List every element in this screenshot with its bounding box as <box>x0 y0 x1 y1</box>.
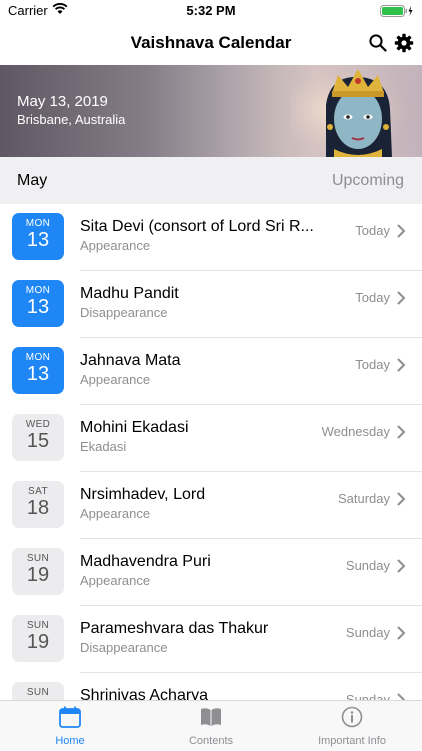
weekday-abbrev: SAT <box>28 486 48 497</box>
event-title: Shrinivas Acharya <box>80 687 209 700</box>
chevron-right-icon <box>397 358 405 372</box>
weekday-abbrev: WED <box>25 419 51 430</box>
chevron-right-icon <box>397 693 405 700</box>
date-badge: MON 13 <box>12 280 64 327</box>
weekday-abbrev: MON <box>25 285 51 296</box>
day-number: 13 <box>26 363 50 385</box>
event-row[interactable]: SAT 18 Nrsimhadev, Lord Appearance Saturday <box>0 472 422 539</box>
deity-portrait-image <box>290 65 422 157</box>
current-location: Brisbane, Australia <box>17 112 126 127</box>
event-title: Parameshvara das Thakur <box>80 620 269 637</box>
clock-label: 5:32 PM <box>186 3 236 18</box>
tab-bar: Home Contents Important Info <box>0 700 422 751</box>
chevron-right-icon <box>397 291 405 305</box>
event-type: Disappearance <box>80 640 168 655</box>
event-relative-day: Sunday <box>345 558 390 573</box>
event-row[interactable]: WED 15 Mohini Ekadasi Ekadasi Wednesday <box>0 405 422 472</box>
date-badge: WED 15 <box>12 414 64 461</box>
event-relative-day: Saturday <box>337 491 390 506</box>
app-title: Vaishnava Calendar <box>130 33 292 52</box>
date-badge: SUN19 <box>12 615 64 662</box>
tab-important-info[interactable]: Important Info <box>282 701 422 751</box>
event-relative-day: Wednesday <box>321 424 390 439</box>
day-number: 15 <box>26 430 50 452</box>
event-relative-day: Today <box>355 357 390 372</box>
date-location-banner: May 13, 2019 Brisbane, Australia <box>0 65 422 157</box>
event-relative-day: Sunday <box>345 625 390 640</box>
event-title: Nrsimhadev, Lord <box>80 486 206 503</box>
weekday-abbrev: SUN <box>26 620 50 631</box>
day-number: 19 <box>26 631 50 653</box>
weekday-abbrev: SUN <box>26 553 50 564</box>
event-title: Madhu Pandit <box>80 285 179 302</box>
upcoming-link[interactable]: Upcoming <box>332 172 404 190</box>
event-type: Appearance <box>80 506 151 521</box>
tab-home[interactable]: Home <box>0 701 140 751</box>
weekday-abbrev: MON <box>25 352 51 363</box>
navigation-bar: Vaishnava Calendar <box>0 22 422 65</box>
calendar-icon <box>59 706 81 728</box>
date-badge: SAT 18 <box>12 481 64 528</box>
tab-important-info-label: Important Info <box>318 735 386 747</box>
chevron-right-icon <box>397 425 405 439</box>
gear-icon[interactable] <box>394 33 414 53</box>
date-badge: SUN19 <box>12 548 64 595</box>
event-row[interactable]: MON 13 Sita Devi (consort of Lord Sri R...… <box>0 204 422 271</box>
day-number: 13 <box>26 296 50 318</box>
event-type: Appearance <box>80 238 151 253</box>
weekday-abbrev: SUN <box>26 687 50 698</box>
chevron-right-icon <box>397 559 405 573</box>
event-relative-day: Today <box>355 290 390 305</box>
event-row[interactable]: SUN19Shrinivas AcharyaAppearanceSunday <box>0 673 422 700</box>
tab-home-label: Home <box>55 735 85 747</box>
battery-icon <box>380 5 413 17</box>
event-relative-day: Today <box>355 223 390 238</box>
search-icon[interactable] <box>368 33 388 53</box>
date-badge: MON 13 <box>12 347 64 394</box>
month-label: May <box>17 172 48 189</box>
event-type: Appearance <box>80 372 151 387</box>
event-row[interactable]: MON 13 Jahnava Mata Appearance Today <box>0 338 422 405</box>
day-number: 18 <box>26 497 50 519</box>
event-type: Disappearance <box>80 305 168 320</box>
event-title: Sita Devi (consort of Lord Sri R... <box>80 218 314 235</box>
day-number: 13 <box>26 229 50 251</box>
chevron-right-icon <box>397 492 405 506</box>
date-badge: MON 13 <box>12 213 64 260</box>
event-title: Mohini Ekadasi <box>80 419 189 436</box>
event-type: Ekadasi <box>80 439 127 454</box>
event-row[interactable]: SUN 19 Madhavendra Puri Appearance Sunday <box>0 539 422 606</box>
tab-contents[interactable]: Contents <box>141 701 281 751</box>
events-list[interactable]: MON 13 Sita Devi (consort of Lord Sri R...… <box>0 204 422 700</box>
weekday-abbrev: MON <box>25 218 51 229</box>
date-badge: SUN19 <box>12 682 64 700</box>
day-number: 19 <box>26 564 50 586</box>
event-title: Jahnava Mata <box>80 352 181 369</box>
event-type: Appearance <box>80 573 151 588</box>
status-bar: Carrier 5:32 PM <box>0 0 422 22</box>
event-title: Madhavendra Puri <box>80 553 211 570</box>
event-relative-day: Sunday <box>345 692 390 700</box>
tab-contents-label: Contents <box>188 735 234 747</box>
chevron-right-icon <box>397 224 405 238</box>
chevron-right-icon <box>397 626 405 640</box>
event-row[interactable]: MON 13 Madhu Pandit Disappearance Today <box>0 271 422 338</box>
info-icon <box>341 706 363 728</box>
current-date: May 13, 2019 <box>17 93 108 110</box>
book-icon <box>201 708 221 726</box>
event-row[interactable]: SUN 19 Parameshvara das Thakur Disappearanc… <box>0 606 422 673</box>
month-section-header: May Upcoming <box>0 157 422 204</box>
